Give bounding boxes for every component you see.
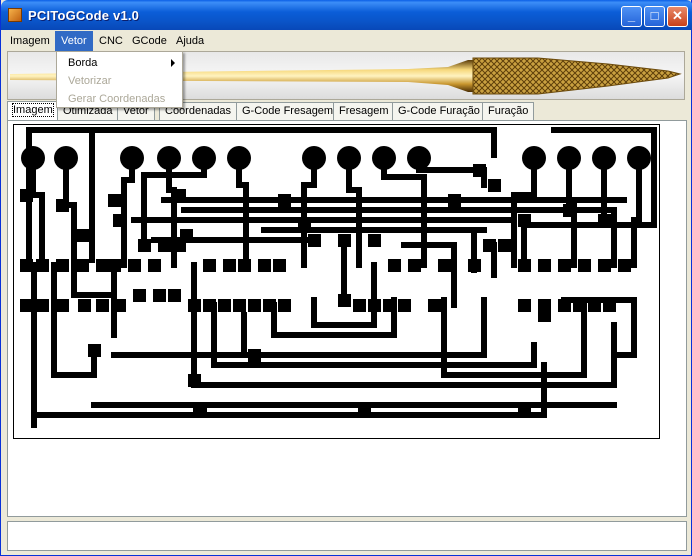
menu-bar: Imagem Vetor CNC GCode Ajuda [2,31,691,51]
menu-cnc[interactable]: CNC [93,31,129,51]
app-window: PCIToGCode v1.0 _ □ ✕ Imagem Vetor CNC G… [0,0,692,556]
pcb-layout-image [20,127,657,428]
submenu-arrow-icon [171,59,175,67]
menu-item-label: Borda [68,57,98,69]
tab-panel-imagem [7,120,687,517]
tab-imagem[interactable]: Imagem [7,101,59,121]
maximize-button[interactable]: □ [644,6,665,27]
menu-gcode[interactable]: GCode [126,31,173,51]
tab-label: Imagem [12,103,54,117]
menu-item-borda[interactable]: Borda [58,54,181,72]
pcb-image-frame [13,124,660,439]
title-bar[interactable]: PCIToGCode v1.0 _ □ ✕ [1,0,692,30]
menu-imagem[interactable]: Imagem [4,31,56,51]
status-bar [7,521,687,551]
tab-gcode-fresagem[interactable]: G-Code Fresagem [236,102,340,120]
close-button[interactable]: ✕ [667,6,688,27]
menu-item-vetorizar[interactable]: Vetorizar [58,72,181,90]
menu-ajuda[interactable]: Ajuda [170,31,210,51]
close-icon: ✕ [672,8,683,23]
menu-vetor[interactable]: Vetor [55,31,93,51]
window-title: PCIToGCode v1.0 [28,8,140,23]
menu-item-gerar-coordenadas[interactable]: Gerar Coordenadas [58,90,181,108]
vetor-dropdown-menu: Borda Vetorizar Gerar Coordenadas [56,51,183,108]
app-icon[interactable] [8,8,22,22]
minimize-icon: _ [627,8,636,23]
tab-gcode-furacao[interactable]: G-Code Furação [392,102,486,120]
tab-furacao[interactable]: Furação [482,102,535,120]
minimize-button[interactable]: _ [621,6,642,27]
maximize-icon: □ [650,8,659,23]
tab-fresagem[interactable]: Fresagem [333,102,395,120]
